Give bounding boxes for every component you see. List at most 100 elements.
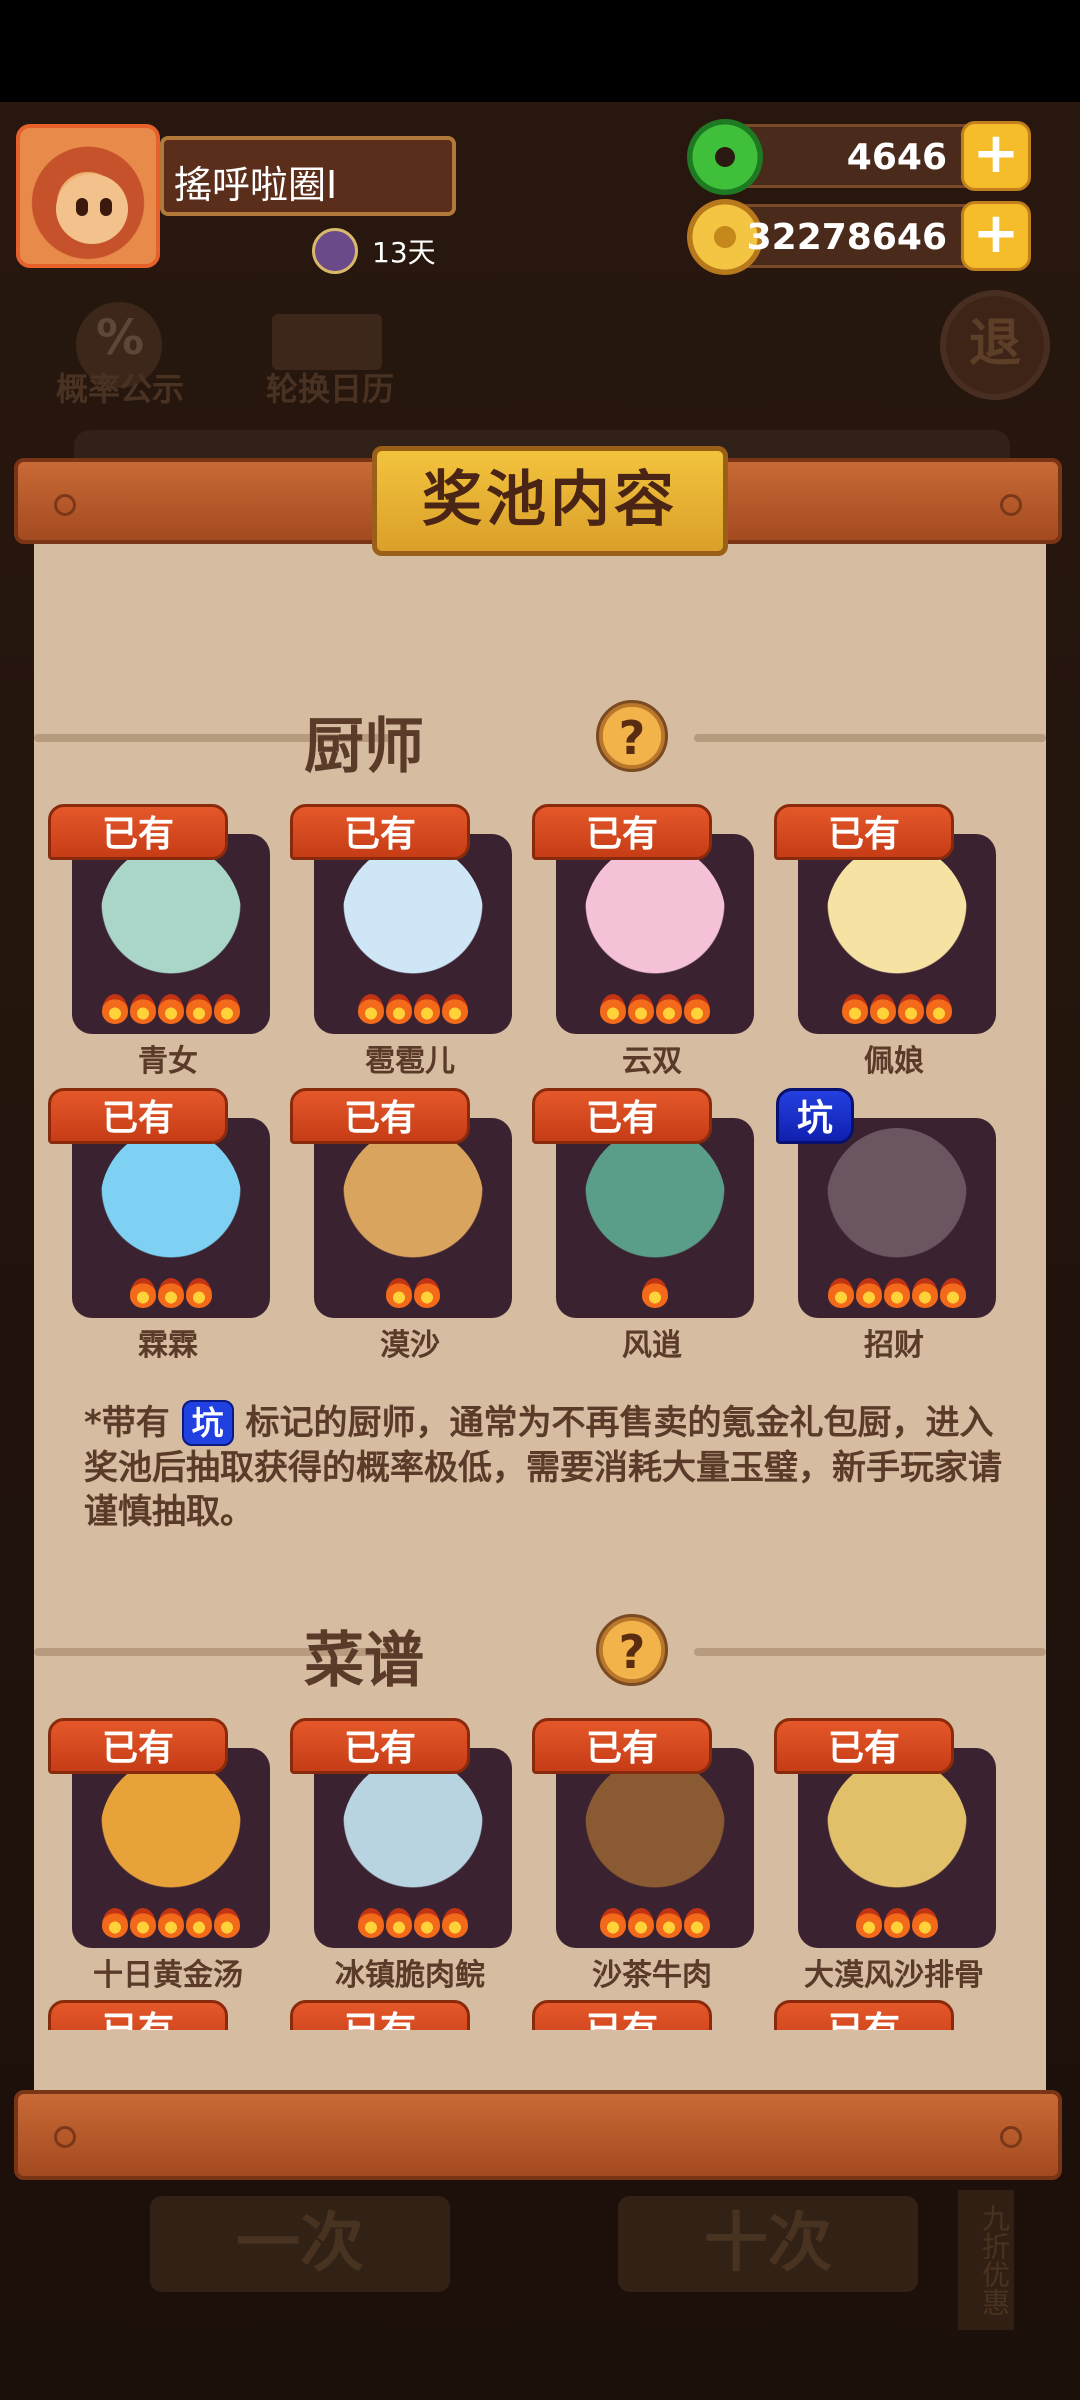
- recipe-card[interactable]: 已有冰镇脆肉鲩: [290, 1718, 512, 1993]
- owned-badge: 已有: [774, 1718, 954, 1774]
- flame-icon: [856, 1908, 882, 1938]
- flame-icon: [600, 994, 626, 1024]
- player-avatar[interactable]: [16, 124, 160, 268]
- flame-icon: [628, 994, 654, 1024]
- chef-card[interactable]: 已有 佩娘: [774, 804, 996, 1079]
- flame-icon: [856, 1278, 882, 1308]
- rarity-flames: [798, 1278, 996, 1308]
- chef-name: 雹雹儿: [365, 1044, 455, 1079]
- chef-portrait: [72, 834, 270, 1034]
- flame-icon: [386, 994, 412, 1024]
- owned-badge: 已有: [48, 2000, 228, 2030]
- chefs-help-icon[interactable]: ?: [596, 700, 668, 772]
- pit-badge: 坑: [776, 1088, 854, 1144]
- coin-counter: 32278646 +: [687, 199, 1031, 275]
- recipe-card[interactable]: 已有: [48, 2000, 258, 2030]
- pit-badge: 坑: [181, 1400, 234, 1446]
- rarity-flames: [314, 1278, 512, 1308]
- recipe-card[interactable]: 已有: [774, 2000, 984, 2030]
- recipe-card[interactable]: 已有沙茶牛肉: [532, 1718, 754, 1993]
- login-days: 13天: [312, 228, 436, 274]
- chef-art: [342, 844, 484, 994]
- chef-portrait: [314, 1118, 512, 1318]
- prize-pool-scroll[interactable]: 厨师 ? 已有 青女 已有 雹雹儿 已有 云双 已有 佩娘 已有 霖霖 已有 漠沙 已有 风逍坑招财 *带…: [34, 560, 1046, 2030]
- flame-icon: [386, 1908, 412, 1938]
- chef-name: 漠沙: [380, 1328, 440, 1363]
- flame-icon: [414, 1278, 440, 1308]
- flame-icon: [186, 1908, 212, 1938]
- panel-bottom-rail: [14, 2090, 1062, 2180]
- rarity-flames: [556, 994, 754, 1024]
- chef-card[interactable]: 已有 雹雹儿: [290, 804, 512, 1079]
- rarity-flames: [72, 1908, 270, 1938]
- flame-icon: [442, 1908, 468, 1938]
- owned-badge: 已有: [290, 1718, 470, 1774]
- rarity-flames: [798, 994, 996, 1024]
- recipe-name: 冰镇脆肉鲩: [335, 1958, 485, 1993]
- owned-badge: 已有: [532, 1718, 712, 1774]
- flame-icon: [214, 994, 240, 1024]
- flame-icon: [414, 1908, 440, 1938]
- flame-icon: [912, 1908, 938, 1938]
- chef-name: 青女: [138, 1044, 198, 1079]
- recipe-card[interactable]: 已有: [532, 2000, 742, 2030]
- avatar-face: [56, 174, 128, 244]
- chef-name: 霖霖: [138, 1328, 198, 1363]
- recipes-section-header: 菜谱 ?: [34, 1604, 1046, 1696]
- flame-icon: [130, 1908, 156, 1938]
- rarity-flames: [556, 1278, 754, 1308]
- owned-badge: 已有: [48, 804, 228, 860]
- chef-portrait: [556, 1118, 754, 1318]
- flame-icon: [186, 994, 212, 1024]
- chef-name: 云双: [622, 1044, 682, 1079]
- recipe-art: [100, 1758, 242, 1908]
- player-name: 搖呼啦圈I: [160, 136, 456, 216]
- chef-card[interactable]: 已有青女: [48, 804, 270, 1079]
- chef-art: [100, 1128, 242, 1278]
- flame-icon: [656, 1908, 682, 1938]
- add-jade-button[interactable]: +: [961, 121, 1031, 191]
- chef-art: [342, 1128, 484, 1278]
- flame-icon: [600, 1908, 626, 1938]
- flame-icon: [102, 1908, 128, 1938]
- chef-name: 风逍: [622, 1328, 682, 1363]
- recipe-name: 沙茶牛肉: [592, 1958, 712, 1993]
- jade-counter: 4646 +: [687, 119, 1031, 195]
- flame-icon: [186, 1278, 212, 1308]
- status-bar: [0, 0, 1080, 102]
- flame-icon: [884, 1278, 910, 1308]
- recipes-help-icon[interactable]: ?: [596, 1614, 668, 1686]
- chef-card[interactable]: 已有霖霖: [48, 1088, 270, 1363]
- recipe-name: 大漠风沙排骨: [804, 1958, 984, 1993]
- recipe-card[interactable]: 已有大漠风沙排骨: [774, 1718, 996, 1993]
- chef-art: [584, 844, 726, 994]
- recipe-art: [584, 1758, 726, 1908]
- rarity-flames: [72, 994, 270, 1024]
- owned-badge: 已有: [290, 1088, 470, 1144]
- flame-icon: [158, 994, 184, 1024]
- chef-card[interactable]: 已有 风逍: [532, 1088, 754, 1363]
- chef-card[interactable]: 已有漠沙: [290, 1088, 512, 1363]
- recipe-portrait: [798, 1748, 996, 1948]
- chef-card[interactable]: 已有 云双: [532, 804, 754, 1079]
- chef-portrait: [72, 1118, 270, 1318]
- add-coin-button[interactable]: +: [961, 201, 1031, 271]
- rarity-flames: [72, 1278, 270, 1308]
- owned-badge: 已有: [48, 1088, 228, 1144]
- recipe-card[interactable]: 已有: [290, 2000, 500, 2030]
- recipe-card[interactable]: 已有 十日黄金汤: [48, 1718, 270, 1993]
- flame-icon: [828, 1278, 854, 1308]
- jade-amount: 4646: [846, 137, 947, 178]
- recipe-portrait: [556, 1748, 754, 1948]
- chef-portrait: [798, 834, 996, 1034]
- recipe-art: [826, 1758, 968, 1908]
- flame-icon: [884, 1908, 910, 1938]
- panel-title: 奖池内容: [372, 446, 728, 556]
- chef-art: [100, 844, 242, 994]
- chef-card[interactable]: 坑招财: [776, 1088, 996, 1363]
- recipe-name: 十日黄金汤: [93, 1958, 243, 1993]
- owned-badge: 已有: [774, 2000, 954, 2030]
- recipe-art: [342, 1758, 484, 1908]
- chef-name: 佩娘: [864, 1044, 924, 1079]
- rarity-flames: [556, 1908, 754, 1938]
